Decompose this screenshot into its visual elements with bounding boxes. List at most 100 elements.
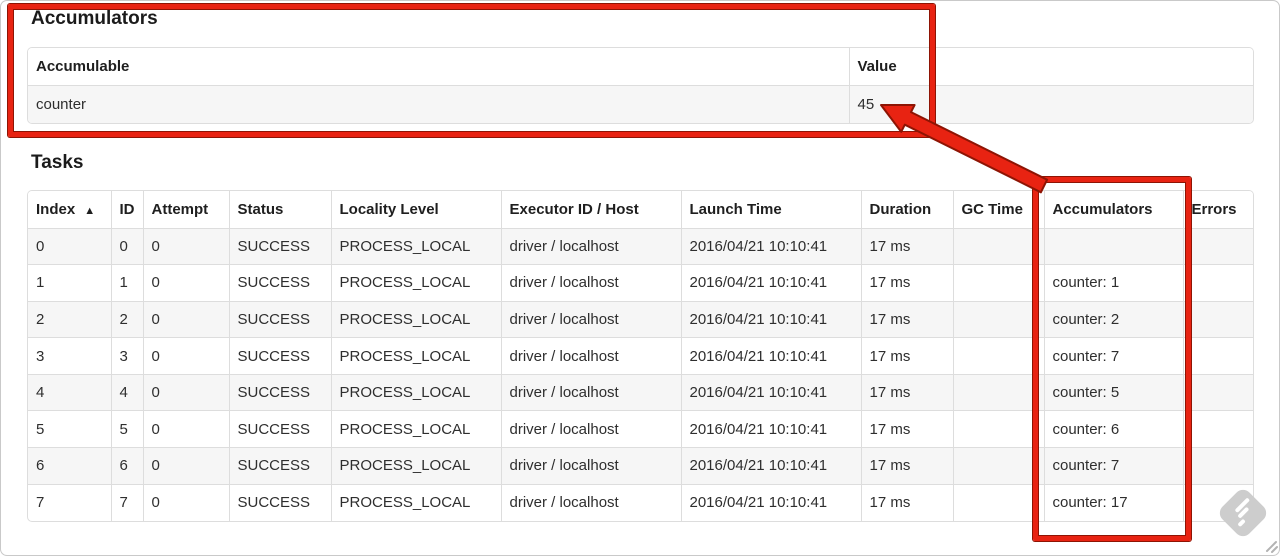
column-header-locality-level[interactable]: Locality Level — [330, 190, 502, 229]
table-row: 3 3 0 SUCCESS PROCESS_LOCAL driver / localhos… — [28, 337, 1253, 375]
table-cell: driver / localhost — [500, 264, 682, 302]
table-cell — [952, 410, 1045, 449]
table-cell: 2016/04/21 10:10:41 — [680, 447, 862, 485]
table-cell: SUCCESS — [228, 227, 332, 266]
column-header-label: Status — [237, 200, 284, 218]
column-header-index[interactable]: Index ▲ — [28, 190, 112, 229]
table-cell — [1182, 447, 1253, 485]
table-cell: counter: 2 — [1043, 300, 1184, 339]
table-cell: 0 — [142, 227, 230, 266]
column-header-label: Launch Time — [689, 200, 782, 218]
table-cell: driver / localhost — [500, 447, 682, 485]
table-cell — [1182, 373, 1253, 412]
table-cell: counter: 6 — [1043, 410, 1184, 449]
table-cell — [1182, 300, 1253, 339]
table-cell: 17 ms — [860, 447, 954, 485]
column-header-label: Errors — [1191, 200, 1237, 218]
table-cell: driver / localhost — [500, 483, 682, 521]
table-cell: driver / localhost — [500, 300, 682, 339]
table-cell — [952, 447, 1045, 485]
column-header-attempt[interactable]: Attempt — [142, 190, 230, 229]
table-row: 7 7 0 SUCCESS PROCESS_LOCAL driver / localhos… — [28, 483, 1253, 521]
table-cell — [1182, 483, 1253, 521]
column-header-label: Value — [857, 57, 897, 75]
column-header-executor-id-host[interactable]: Executor ID / Host — [500, 190, 682, 229]
column-header-accumulable: Accumulable — [28, 48, 850, 86]
column-header-label: ID — [119, 200, 135, 218]
table-cell: counter: 17 — [1043, 483, 1184, 521]
table-cell: 0 — [142, 483, 230, 521]
table-cell: 6 — [28, 447, 112, 485]
table-cell: counter: 5 — [1043, 373, 1184, 412]
header-row: Index ▲ ID Attempt Status Locality Level Execu… — [28, 190, 1253, 229]
column-header-errors[interactable]: Errors — [1182, 190, 1253, 229]
table-cell: 17 ms — [860, 410, 954, 449]
column-header-label: Attempt — [151, 200, 209, 218]
table-cell: 0 — [142, 410, 230, 449]
column-header-status[interactable]: Status — [228, 190, 332, 229]
table-row: 1 1 0 SUCCESS PROCESS_LOCAL driver / localhos… — [28, 264, 1253, 302]
sort-ascending-icon: ▲ — [84, 204, 96, 217]
column-header-label: Accumulable — [36, 57, 130, 75]
table-cell: 17 ms — [860, 337, 954, 375]
accumulators-table-grid: Accumulable Value counter 45 — [28, 48, 1253, 123]
table-cell: 2016/04/21 10:10:41 — [680, 410, 862, 449]
table-cell: 5 — [28, 410, 112, 449]
table-cell: driver / localhost — [500, 337, 682, 375]
table-cell: 0 — [110, 227, 144, 266]
table-cell — [952, 373, 1045, 412]
table-cell: PROCESS_LOCAL — [330, 410, 502, 449]
table-cell: 17 ms — [860, 227, 954, 266]
table-cell: SUCCESS — [228, 337, 332, 375]
table-row: 5 5 0 SUCCESS PROCESS_LOCAL driver / localhos… — [28, 410, 1253, 449]
column-header-launch-time[interactable]: Launch Time — [680, 190, 862, 229]
table-cell: SUCCESS — [228, 264, 332, 302]
table-cell: 1 — [28, 264, 112, 302]
table-cell: counter — [28, 84, 850, 123]
table-cell: 17 ms — [860, 373, 954, 412]
table-cell — [1182, 227, 1253, 266]
table-row: 2 2 0 SUCCESS PROCESS_LOCAL driver / localhos… — [28, 300, 1253, 339]
column-header-id[interactable]: ID — [110, 190, 144, 229]
column-header-value: Value — [848, 48, 1253, 86]
accumulators-heading: Accumulators — [31, 8, 158, 29]
table-cell: 45 — [848, 84, 1253, 123]
column-header-label: Duration — [869, 200, 932, 218]
table-cell: 6 — [110, 447, 144, 485]
table-cell: PROCESS_LOCAL — [330, 483, 502, 521]
table-row: counter 45 — [28, 84, 1253, 123]
table-cell — [952, 337, 1045, 375]
table-cell: SUCCESS — [228, 447, 332, 485]
table-cell: SUCCESS — [228, 483, 332, 521]
table-cell: SUCCESS — [228, 300, 332, 339]
column-header-accumulators[interactable]: Accumulators — [1043, 190, 1184, 229]
table-cell: 2 — [110, 300, 144, 339]
page: Accumulators Accumulable Value counter 45 T… — [0, 0, 1280, 556]
table-cell: 2016/04/21 10:10:41 — [680, 227, 862, 266]
table-cell — [1182, 264, 1253, 302]
table-cell: driver / localhost — [500, 373, 682, 412]
table-cell: 7 — [110, 483, 144, 521]
table-cell: counter: 7 — [1043, 337, 1184, 375]
table-cell: SUCCESS — [228, 373, 332, 412]
table-cell: 0 — [142, 264, 230, 302]
table-cell — [952, 300, 1045, 339]
column-header-gc-time[interactable]: GC Time — [952, 190, 1045, 229]
table-cell: driver / localhost — [500, 410, 682, 449]
header-row: Accumulable Value — [28, 48, 1253, 86]
table-cell: 4 — [28, 373, 112, 412]
table-cell: SUCCESS — [228, 410, 332, 449]
table-cell: 17 ms — [860, 300, 954, 339]
column-header-label: GC Time — [961, 200, 1023, 218]
column-header-duration[interactable]: Duration — [860, 190, 954, 229]
table-cell: PROCESS_LOCAL — [330, 373, 502, 412]
table-cell: PROCESS_LOCAL — [330, 337, 502, 375]
table-cell: 17 ms — [860, 264, 954, 302]
table-row: 6 6 0 SUCCESS PROCESS_LOCAL driver / localhos… — [28, 447, 1253, 485]
column-header-label: Locality Level — [339, 200, 439, 218]
column-header-label: Index — [36, 200, 76, 218]
table-row: 0 0 0 SUCCESS PROCESS_LOCAL driver / localhos… — [28, 227, 1253, 266]
table-cell: 2016/04/21 10:10:41 — [680, 373, 862, 412]
accumulators-table: Accumulable Value counter 45 — [27, 47, 1254, 124]
table-cell: 0 — [142, 373, 230, 412]
